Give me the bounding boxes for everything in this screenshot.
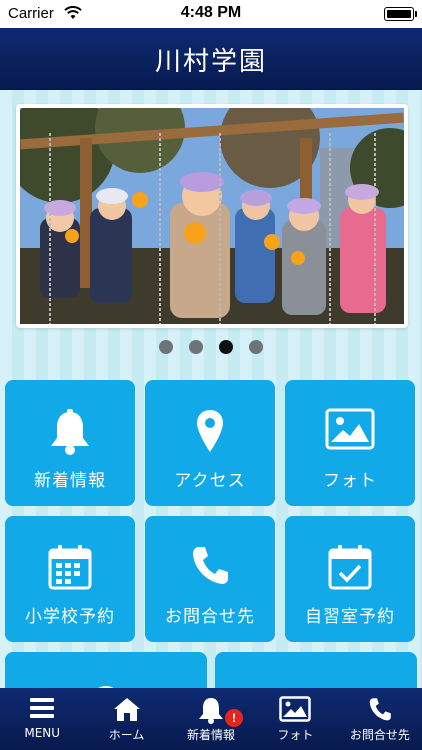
carousel-photo-art bbox=[20, 108, 404, 324]
carousel-dot[interactable] bbox=[249, 340, 263, 354]
carousel-dot[interactable] bbox=[159, 340, 173, 354]
tile-elementary-reservation[interactable]: 小学校予約 bbox=[5, 516, 135, 642]
tab-menu[interactable]: MENU bbox=[0, 688, 84, 750]
tile-label: フォト bbox=[323, 471, 377, 491]
tile-label: アクセス bbox=[174, 471, 246, 491]
tile-access[interactable]: アクセス bbox=[145, 380, 275, 506]
calendar-check-icon bbox=[285, 544, 415, 594]
status-bar: Carrier 4:48 PM bbox=[0, 0, 422, 28]
tab-label: ホーム bbox=[108, 728, 145, 742]
photo-icon bbox=[253, 696, 337, 724]
tile-news[interactable]: 新着情報 bbox=[5, 380, 135, 506]
home-icon bbox=[84, 696, 168, 724]
page-title: 川村学園 bbox=[154, 46, 267, 77]
tile-label: お問合せ先 bbox=[165, 607, 255, 627]
tile-label: 自習室予約 bbox=[305, 607, 395, 627]
notification-badge: ! bbox=[225, 709, 244, 727]
tile-contact[interactable]: お問合せ先 bbox=[145, 516, 275, 642]
clock: 4:48 PM bbox=[180, 4, 242, 21]
tile-label: 新着情報 bbox=[34, 471, 106, 491]
phone-icon bbox=[338, 696, 422, 724]
main-content[interactable]: 新着情報 アクセス フォト 小学校予約 お問合せ先 自習室予約 bbox=[0, 90, 422, 688]
tile-partial[interactable] bbox=[215, 652, 417, 688]
battery-icon bbox=[384, 7, 417, 21]
carousel-image[interactable] bbox=[20, 108, 404, 324]
menu-icon bbox=[0, 696, 84, 724]
tab-label: MENU bbox=[24, 726, 61, 740]
carousel-dot[interactable] bbox=[189, 340, 203, 354]
tab-home[interactable]: ホーム bbox=[84, 688, 168, 750]
tile-label: 小学校予約 bbox=[25, 607, 115, 627]
tab-label: フォト bbox=[277, 728, 314, 742]
tab-contact[interactable]: お問合せ先 bbox=[338, 688, 422, 750]
tab-bar: MENU ホーム ! 新着情報 フォト お問合せ先 bbox=[0, 688, 422, 750]
tab-label: 新着情報 bbox=[187, 728, 236, 742]
photo-icon bbox=[285, 408, 415, 458]
calendar-icon bbox=[5, 544, 135, 594]
tile-photo[interactable]: フォト bbox=[285, 380, 415, 506]
tab-label: お問合せ先 bbox=[349, 728, 410, 742]
tab-photo[interactable]: フォト bbox=[253, 688, 337, 750]
tile-study-room-reservation[interactable]: 自習室予約 bbox=[285, 516, 415, 642]
carousel-page-indicator[interactable] bbox=[0, 340, 422, 354]
app-header: 川村学園 bbox=[0, 28, 422, 90]
tab-news[interactable]: ! 新着情報 bbox=[169, 688, 253, 750]
bell-icon bbox=[5, 408, 135, 458]
tile-partial[interactable] bbox=[5, 652, 207, 688]
photo-carousel[interactable] bbox=[16, 104, 408, 328]
carousel-dot-active[interactable] bbox=[219, 340, 233, 354]
phone-icon bbox=[145, 544, 275, 594]
map-pin-icon bbox=[145, 408, 275, 458]
